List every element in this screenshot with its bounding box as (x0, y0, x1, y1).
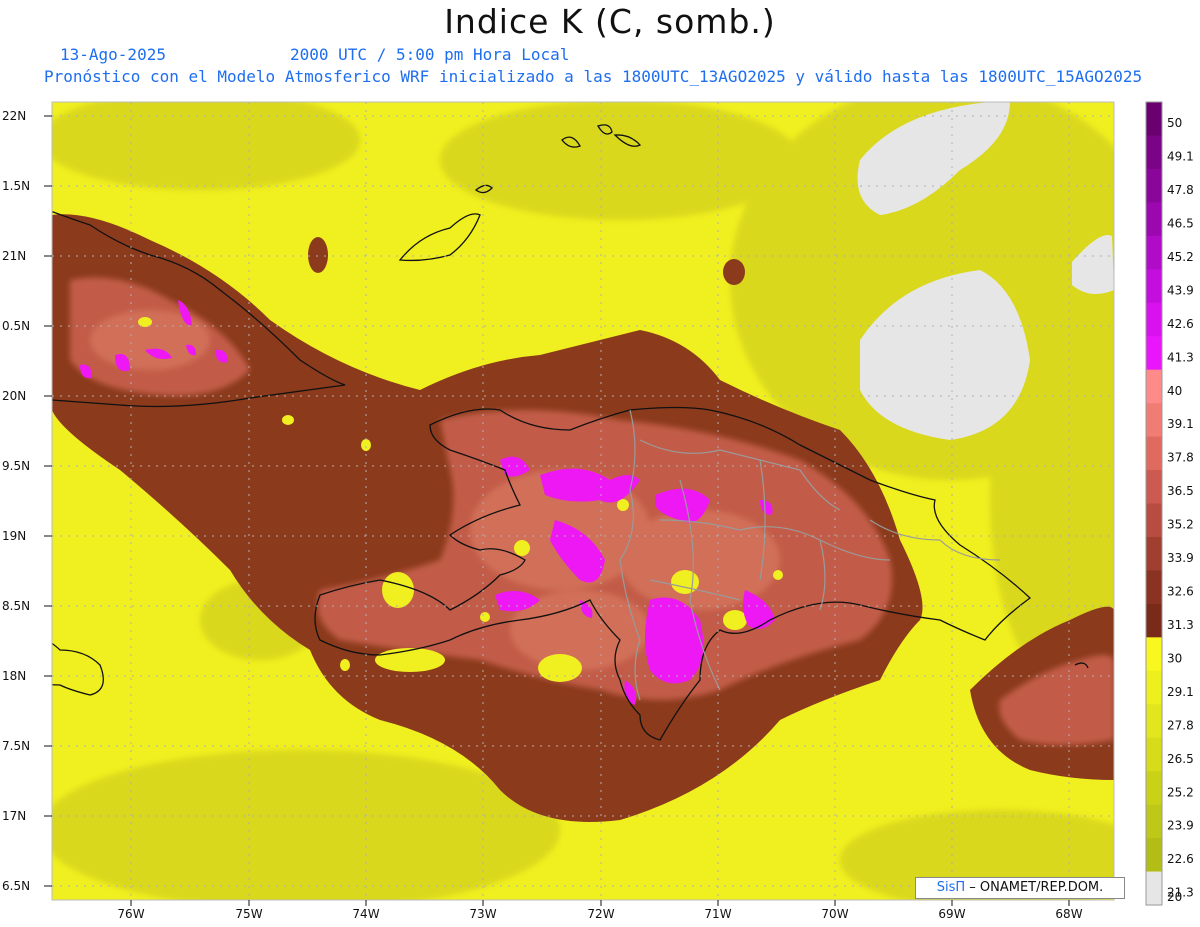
lon-label: 73W (469, 907, 496, 921)
colorbar-swatch (1146, 202, 1162, 237)
colorbar-label: 33.9 (1167, 551, 1194, 565)
colorbar-swatch (1146, 369, 1162, 404)
field-layer (52, 102, 1114, 900)
k-index-map: 22N 1.5N 21N 0.5N 20N 9.5N 19N 8.5N 18N … (2, 101, 1194, 921)
colorbar-label: 37.8 (1167, 451, 1194, 465)
colorbar-swatch (1146, 771, 1162, 806)
credit-box: SisΠ – ONAMET/REP.DOM. (915, 877, 1125, 899)
lat-label: 22N (2, 109, 26, 123)
colorbar-swatch (1146, 102, 1162, 137)
lon-label: 70W (821, 907, 848, 921)
colorbar-label: 20 (1167, 890, 1182, 904)
credit-text: – ONAMET/REP.DOM. (969, 880, 1104, 895)
colorbar-label: 43.9 (1167, 283, 1194, 297)
lon-label: 75W (235, 907, 262, 921)
colorbar-swatch (1146, 135, 1162, 170)
colorbar-swatch (1146, 670, 1162, 705)
lon-label: 69W (938, 907, 965, 921)
lat-label: 6.5N (2, 879, 30, 893)
colorbar-label: 31.3 (1167, 618, 1194, 632)
lat-label: 20N (2, 389, 26, 403)
colorbar-label: 23.9 (1167, 819, 1194, 833)
colorbar-swatch (1146, 704, 1162, 739)
lat-label: 21N (2, 249, 26, 263)
colorbar-swatch (1146, 536, 1162, 572)
colorbar-label: 39.1 (1167, 417, 1194, 431)
colorbar-label: 36.5 (1167, 484, 1194, 498)
colorbar-swatch (1146, 871, 1162, 906)
lon-label: 68W (1055, 907, 1082, 921)
colorbar: 50 49.1 47.8 46.5 45.2 43.9 42.6 41.3 40 39.1 37.8… (1145, 101, 1194, 906)
colorbar-swatch (1146, 235, 1162, 270)
colorbar-swatch (1146, 302, 1162, 337)
colorbar-swatch (1146, 336, 1162, 371)
colorbar-swatch (1146, 737, 1162, 772)
colorbar-swatch (1146, 168, 1162, 203)
colorbar-label: 47.8 (1167, 183, 1194, 197)
colorbar-label: 42.6 (1167, 317, 1194, 331)
colorbar-label: 50 (1167, 116, 1182, 130)
lat-label: 19N (2, 529, 26, 543)
lon-label: 76W (117, 907, 144, 921)
lat-label: 8.5N (2, 599, 30, 613)
lat-label: 7.5N (2, 739, 30, 753)
colorbar-swatch (1146, 470, 1162, 505)
colorbar-swatch (1146, 603, 1162, 638)
colorbar-swatch (1146, 403, 1162, 438)
lat-label: 9.5N (2, 459, 30, 473)
lat-label: 0.5N (2, 319, 30, 333)
colorbar-label: 27.8 (1167, 718, 1194, 732)
colorbar-swatch (1146, 804, 1162, 839)
colorbar-label: 35.2 (1167, 518, 1194, 532)
colorbar-label: 22.6 (1167, 852, 1194, 866)
colorbar-swatch (1146, 503, 1162, 538)
colorbar-label: 30 (1167, 651, 1182, 665)
colorbar-swatch (1146, 637, 1162, 672)
colorbar-label: 46.5 (1167, 216, 1194, 230)
sispi-logo: SisΠ (936, 880, 966, 895)
colorbar-swatch (1146, 570, 1162, 605)
longitude-labels: 76W 75W 74W 73W 72W 71W 70W 69W 68W (117, 907, 1082, 921)
lat-label: 17N (2, 809, 26, 823)
colorbar-label: 45.2 (1167, 250, 1194, 264)
lon-label: 74W (352, 907, 379, 921)
latitude-labels: 22N 1.5N 21N 0.5N 20N 9.5N 19N 8.5N 18N … (2, 109, 30, 893)
colorbar-label: 29.1 (1167, 685, 1194, 699)
colorbar-swatch (1146, 838, 1162, 873)
colorbar-label: 26.5 (1167, 752, 1194, 766)
lon-label: 71W (704, 907, 731, 921)
colorbar-swatch (1146, 269, 1162, 304)
lat-label: 18N (2, 669, 26, 683)
lat-label: 1.5N (2, 179, 30, 193)
colorbar-label: 40 (1167, 384, 1182, 398)
colorbar-label: 49.1 (1167, 150, 1194, 164)
colorbar-swatch (1146, 436, 1162, 471)
colorbar-label: 41.3 (1167, 350, 1194, 364)
colorbar-label: 25.2 (1167, 785, 1194, 799)
colorbar-label: 32.6 (1167, 585, 1194, 599)
lon-label: 72W (587, 907, 614, 921)
